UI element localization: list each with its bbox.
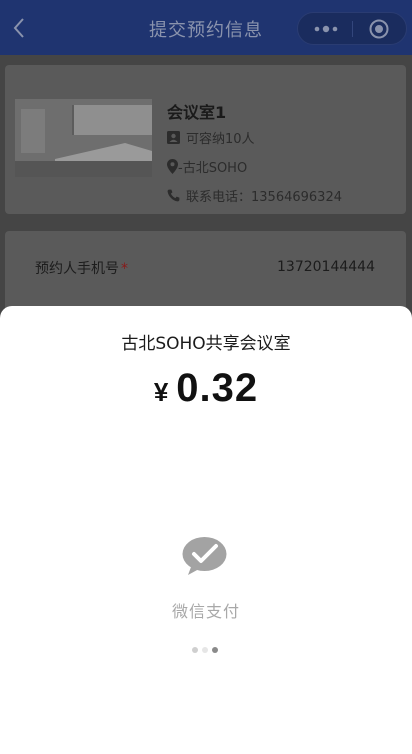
wechat-pay-icon <box>182 537 227 575</box>
phone-icon <box>167 189 180 202</box>
room-photo-illustration <box>15 99 152 177</box>
room-card[interactable]: 会议室1 可容纳10人 -古北SOHO 联系电话：13564696324 <box>5 65 406 214</box>
capsule-divider <box>352 21 353 37</box>
more-dots-icon[interactable] <box>312 23 340 35</box>
merchant-name: 古北SOHO共享会议室 <box>121 334 291 354</box>
room-capacity-text: 可容纳10人 <box>186 132 255 147</box>
room-address: -古北SOHO <box>167 157 247 176</box>
room-phone-text: 联系电话：13564696324 <box>186 190 342 205</box>
location-pin-icon <box>167 159 178 174</box>
room-capacity: 可容纳10人 <box>167 128 255 147</box>
loading-indicator <box>192 647 220 655</box>
loading-dot <box>202 647 208 653</box>
loading-dot <box>192 647 198 653</box>
currency-symbol: ¥ <box>153 377 169 407</box>
room-photo <box>15 99 152 177</box>
phone-label-text: 预约人手机号 <box>35 261 119 277</box>
phone-field-label: 预约人手机号 * <box>35 258 128 278</box>
payment-sheet: 古北SOHO共享会议室 ¥ 0.32 微信支付 <box>0 306 412 754</box>
room-address-text: -古北SOHO <box>178 161 248 176</box>
phone-field[interactable]: 13720144444 <box>277 259 375 275</box>
mini-program-capsule <box>297 12 407 45</box>
loading-dot <box>212 647 218 653</box>
person-card-icon <box>167 131 180 144</box>
target-circle-icon[interactable] <box>369 19 389 39</box>
required-mark: * <box>121 261 128 277</box>
amount-value: 0.32 <box>176 366 259 410</box>
navigation-bar: 提交预约信息 <box>0 0 412 55</box>
room-phone[interactable]: 联系电话：13564696324 <box>167 186 342 205</box>
payment-method-label: 微信支付 <box>171 602 240 621</box>
payment-amount: ¥ 0.32 <box>0 366 412 411</box>
room-name: 会议室1 <box>167 103 227 122</box>
